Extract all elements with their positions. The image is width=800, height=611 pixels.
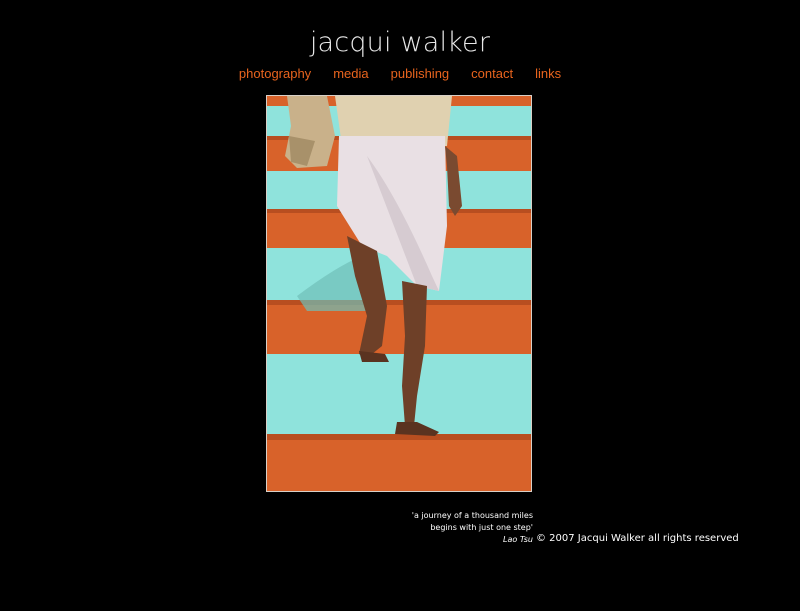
photo-illustration: [267, 96, 531, 491]
featured-photo: [266, 95, 532, 492]
quote-author: Lao Tsu: [503, 535, 533, 544]
quote-line-2: begins with just one step': [430, 523, 533, 532]
copyright-text: © 2007 Jacqui Walker all rights reserved: [536, 533, 739, 544]
main-nav: photography media publishing contact lin…: [0, 66, 800, 82]
nav-link-media[interactable]: media: [333, 66, 368, 82]
quote-line-1: 'a journey of a thousand miles: [411, 511, 533, 520]
site-title: jacqui walker: [309, 27, 491, 58]
nav-link-publishing[interactable]: publishing: [391, 66, 450, 82]
nav-link-links[interactable]: links: [535, 66, 561, 82]
nav-link-photography[interactable]: photography: [239, 66, 311, 82]
quote-block: 'a journey of a thousand miles begins wi…: [412, 510, 533, 546]
nav-link-contact[interactable]: contact: [471, 66, 513, 82]
